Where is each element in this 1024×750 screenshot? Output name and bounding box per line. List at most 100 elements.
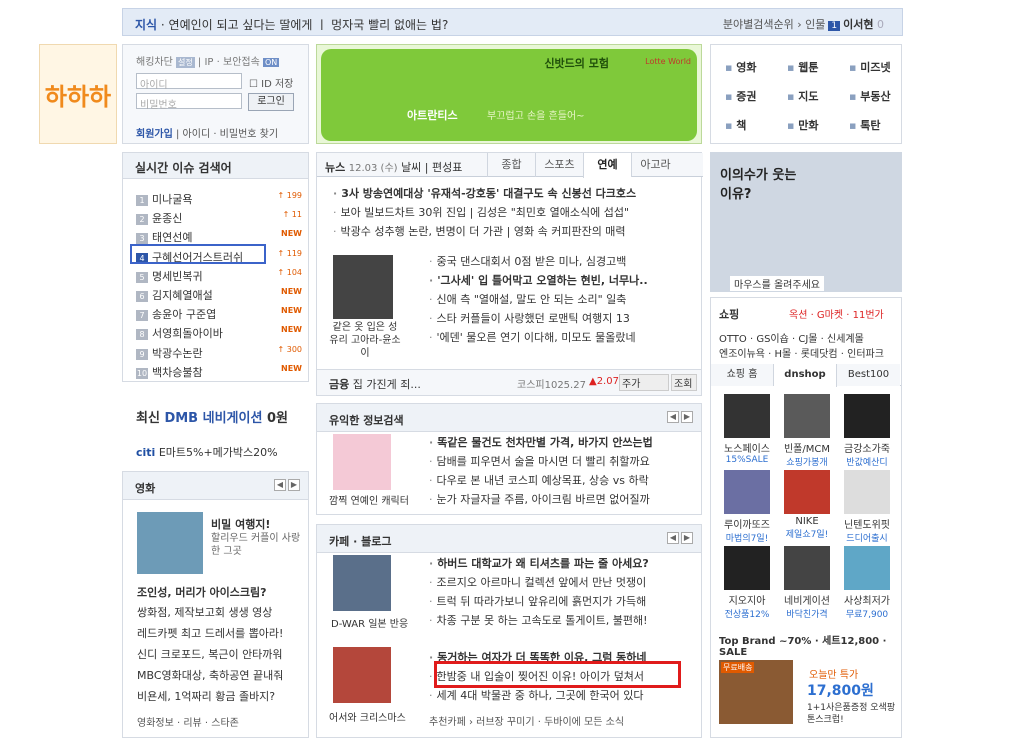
- shop-promo[interactable]: 옥션 · G마켓 · 11번가: [789, 306, 884, 321]
- citi-ad[interactable]: citi E마트5%+메가박스20%: [136, 444, 278, 460]
- cafe-footer[interactable]: 추천카페 › 러브장 꾸미기 · 두바이에 모든 소식: [429, 713, 624, 728]
- info-thumbnail[interactable]: [333, 434, 391, 490]
- issue-label[interactable]: 서영희돌아이바: [152, 327, 223, 340]
- product-item[interactable]: 루이까또즈 마법의7일!: [719, 470, 775, 544]
- movie-headline[interactable]: 조인성, 머리가 아이스크림?: [137, 584, 267, 600]
- shortcut-item[interactable]: ▪ 만화: [787, 117, 819, 133]
- news-item[interactable]: 신애 측 "열애설, 말도 안 되는 소리" 일축: [429, 291, 695, 310]
- info-item[interactable]: 다우로 본 내년 코스피 예상목표, 상승 vs 하락: [429, 472, 695, 491]
- news-item[interactable]: '에덴' 물오른 연기 이다해, 미모도 물올랐네: [429, 329, 695, 348]
- issue-label[interactable]: 송윤아 구준엽: [152, 308, 216, 321]
- issue-item[interactable]: 9 박광수논란 ↑ 300: [136, 345, 306, 364]
- login-button[interactable]: 로그인: [248, 93, 294, 111]
- feature-title[interactable]: 비밀 여행지!: [211, 516, 270, 532]
- join-link[interactable]: 회원가입: [136, 129, 173, 140]
- news-headline[interactable]: 박광수 성추행 논란, 변명이 더 가관 | 영화 속 커피판잔의 매력: [333, 223, 693, 242]
- shortcut-item[interactable]: ▪ 영화: [725, 59, 757, 75]
- find-account-link[interactable]: 아이디 · 비밀번호 찾기: [183, 129, 279, 140]
- issue-item[interactable]: 8 서영희돌아이바 NEW: [136, 325, 306, 344]
- tab-shop-home[interactable]: 쇼핑 홈: [711, 364, 774, 386]
- issue-item[interactable]: 5 명세빈복귀 ↑ 104: [136, 268, 306, 287]
- product-item[interactable]: NIKE 제일쇼7일!: [779, 470, 835, 540]
- news-item[interactable]: 중국 댄스대회서 0점 받은 미나, 심경고백: [429, 253, 695, 272]
- info-item[interactable]: 똑같은 물건도 천차만별 가격, 바가지 안쓰는법: [429, 434, 695, 453]
- password-input[interactable]: 비밀번호: [136, 93, 242, 111]
- ranking-ticker[interactable]: 분야별검색순위 › 인물 1 이서현 0: [723, 16, 884, 32]
- schedule-link[interactable]: 편성표: [432, 161, 462, 174]
- product-item[interactable]: 지오지아 전상품12%: [719, 546, 775, 620]
- shortcut-item[interactable]: ▪ 톡탄: [849, 117, 881, 133]
- movie-footer[interactable]: 영화정보 · 리뷰 · 스타존: [137, 714, 239, 729]
- stock-link[interactable]: 집 가진게 죄...: [353, 378, 421, 391]
- pager[interactable]: ◀ ▶: [665, 532, 693, 544]
- cafe-item[interactable]: 하버드 대학교가 왜 티셔츠를 파는 줄 아세요?: [429, 555, 695, 574]
- issue-label[interactable]: 백차승불참: [152, 366, 203, 379]
- movie-item[interactable]: 쌍화점, 제작보고회 생생 영상: [137, 602, 283, 623]
- issue-label[interactable]: 김지혜열애설: [152, 289, 213, 302]
- issue-label[interactable]: 태연선예: [152, 231, 192, 244]
- tab-general[interactable]: 종합: [487, 153, 535, 177]
- cafe-thumbnail-2[interactable]: [333, 647, 391, 703]
- issue-label[interactable]: 박광수논란: [152, 347, 203, 360]
- knowledge-ticker[interactable]: 지식 · 연예인이 되고 싶다는 딸에게 ㅣ 멍자국 빨리 없애는 법?: [135, 16, 448, 33]
- product-item[interactable]: 사상최저가 무료7,900: [839, 546, 895, 620]
- movie-item[interactable]: 레드카펫 최고 드레서를 뽑아라!: [137, 623, 283, 644]
- product-item[interactable]: 네비게이션 바닥친가격: [779, 546, 835, 620]
- banner-ad[interactable]: 신밧드의 모험 Lotte World 아트란티스 부끄럽고 손을 흔들어~: [316, 44, 702, 144]
- shortcut-item[interactable]: ▪ 지도: [787, 88, 819, 104]
- shortcut-item[interactable]: ▪ 책: [725, 117, 746, 133]
- info-caption[interactable]: 깜찍 연예인 캐릭터: [329, 492, 409, 507]
- tab-dnshop[interactable]: dnshop: [774, 364, 837, 387]
- deal-price[interactable]: 17,800원: [807, 680, 874, 700]
- logo[interactable]: 하하하: [39, 44, 117, 144]
- product-item[interactable]: 빈폴/MCM 쇼핑가봉개: [779, 394, 835, 468]
- issue-item[interactable]: 2 윤종신 ↑ 11: [136, 210, 306, 229]
- top-brand[interactable]: Top Brand ~70% · 세트12,800 · SALE: [719, 632, 901, 658]
- issue-item[interactable]: 7 송윤아 구준엽 NEW: [136, 306, 306, 325]
- shop-links-2[interactable]: 엔조이뉴욕 · H몰 · 롯데닷컴 · 인터파크: [719, 345, 884, 360]
- product-item[interactable]: 노스페이스 15%SALE: [719, 394, 775, 465]
- stock-input[interactable]: 주가: [619, 374, 669, 391]
- info-item[interactable]: 담배를 피우면서 술을 마시면 더 빨리 취할까요: [429, 453, 695, 472]
- issue-label[interactable]: 미나굴욕: [152, 193, 192, 206]
- issue-item[interactable]: 6 김지혜열애설 NEW: [136, 287, 306, 306]
- secure-toggle[interactable]: ON: [263, 58, 280, 67]
- shortcut-item[interactable]: ▪ 웹툰: [787, 59, 819, 75]
- news-headline[interactable]: 3사 방송연예대상 '유재석-강호동' 대결구도 속 신봉선 다크호스: [333, 185, 693, 204]
- product-item[interactable]: 닌텐도위핏 드디어출시: [839, 470, 895, 544]
- news-thumbnail[interactable]: [333, 255, 393, 319]
- id-input[interactable]: 아이디: [136, 73, 242, 91]
- shop-links-1[interactable]: OTTO · GS이숍 · CJ몰 · 신세계몰: [719, 330, 864, 345]
- tab-sports[interactable]: 스포츠: [535, 153, 583, 177]
- issue-item[interactable]: 1 미나굴욕 ↑ 199: [136, 191, 306, 210]
- news-item[interactable]: '그사세' 입 틀어막고 오열하는 현빈, 너무나..: [429, 272, 695, 291]
- cafe-thumbnail-1[interactable]: [333, 555, 391, 611]
- cafe-caption-2[interactable]: 어서와 크리스마스: [329, 709, 406, 724]
- cafe-item[interactable]: 차종 구분 못 하는 고속도로 톨게이트, 불편해!: [429, 612, 695, 631]
- shortcut-item[interactable]: ▪ 부동산: [849, 88, 891, 104]
- shortcut-item[interactable]: ▪ 증권: [725, 88, 757, 104]
- issue-label[interactable]: 윤종신: [152, 212, 182, 225]
- news-caption[interactable]: 같은 옷 입은 성유리 고아라-윤소이: [329, 321, 401, 360]
- movie-thumbnail[interactable]: [137, 512, 203, 574]
- dmb-ad[interactable]: 최신 DMB 네비게이션 0원: [136, 407, 288, 426]
- cafe-item[interactable]: 조르지오 아르마니 컬렉션 앞에서 만난 멋쟁이: [429, 574, 695, 593]
- cafe-item[interactable]: 트럭 뒤 따라가보니 앞유리에 흙먼지가 가득해: [429, 593, 695, 612]
- pager[interactable]: ◀ ▶: [665, 411, 693, 423]
- tab-best100[interactable]: Best100: [837, 364, 900, 386]
- issue-item[interactable]: 10 백차승불참 NEW: [136, 364, 306, 383]
- weather-link[interactable]: 날씨: [401, 161, 421, 174]
- deal-description[interactable]: 1+1사은품증정 오색팡톤스크럽!: [807, 702, 897, 726]
- movie-item[interactable]: 신디 크로포드, 복근이 안타까워: [137, 644, 283, 665]
- cafe-item[interactable]: 세계 4대 박물관 중 하나, 그곳에 한국어 있다: [429, 687, 695, 706]
- issue-label[interactable]: 명세빈복귀: [152, 270, 203, 283]
- photo-banner[interactable]: 이의수가 웃는이유? 마우스를 올려주세요: [710, 152, 902, 292]
- movie-item[interactable]: MBC영화대상, 축하공연 끝내줘: [137, 665, 283, 686]
- shortcut-item[interactable]: ▪ 미즈넷: [849, 59, 891, 75]
- info-item[interactable]: 눈가 자글자글 주름, 아이크림 바르면 없어질까: [429, 491, 695, 510]
- news-headline[interactable]: 보아 빌보드차트 30위 진입 | 김성은 "최민호 열애소식에 섭섭": [333, 204, 693, 223]
- tab-agora[interactable]: 아고라: [631, 153, 679, 177]
- product-item[interactable]: 금강소가죽 반값예산디: [839, 394, 895, 468]
- news-item[interactable]: 스타 커플들이 사랑했던 로맨틱 여행지 13: [429, 310, 695, 329]
- stock-search-button[interactable]: 조회: [671, 374, 697, 391]
